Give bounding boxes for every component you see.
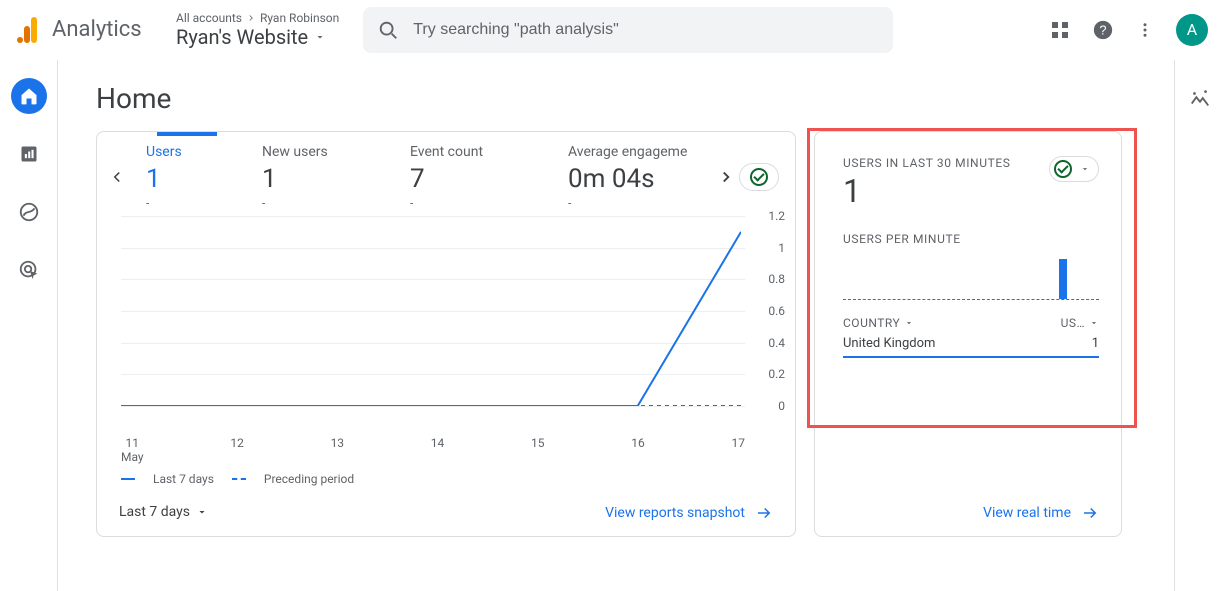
metric-value: 7 — [410, 164, 536, 194]
caret-down-icon — [1080, 164, 1090, 174]
metric-label: New users — [262, 144, 378, 160]
metric-label: Users — [146, 144, 230, 160]
nav-advertising[interactable] — [11, 252, 47, 288]
minute-bar — [1059, 259, 1067, 299]
product-name: Analytics — [52, 17, 142, 42]
metric-new-users[interactable]: New users 1 - — [246, 144, 394, 210]
legend-swatch-solid — [121, 478, 135, 480]
help-icon[interactable]: ? — [1092, 19, 1114, 41]
realtime-title: USERS IN LAST 30 MINUTES — [843, 156, 1011, 170]
overview-card: Users 1 - New users 1 - Event count 7 — [96, 131, 796, 537]
caret-down-icon — [1089, 318, 1099, 328]
realtime-quality-chip[interactable] — [1049, 156, 1099, 182]
search-bar[interactable] — [363, 7, 893, 53]
page-title: Home — [96, 82, 1184, 115]
metric-sub: - — [262, 196, 378, 210]
users-column-header[interactable]: US… — [1061, 316, 1099, 330]
nav-explore[interactable] — [11, 194, 47, 230]
view-reports-snapshot-link[interactable]: View reports snapshot — [605, 504, 773, 522]
users-cell: 1 — [1092, 336, 1099, 351]
metric-value: 1 — [146, 164, 230, 194]
view-realtime-link[interactable]: View real time — [983, 504, 1099, 522]
chevron-right-icon — [717, 168, 735, 186]
avatar[interactable]: A — [1176, 14, 1208, 46]
metrics-prev-button[interactable] — [103, 168, 130, 186]
x-tick-label: 14 — [431, 436, 445, 450]
line-chart: 00.20.40.60.811.211May121314151617 — [121, 216, 785, 436]
metric-users[interactable]: Users 1 - — [130, 144, 246, 210]
chevron-left-icon — [108, 168, 126, 186]
search-icon — [377, 19, 399, 41]
active-metric-indicator — [157, 132, 217, 136]
caret-down-icon — [904, 318, 914, 328]
y-tick-label: 1 — [778, 241, 785, 255]
svg-text:?: ? — [1099, 22, 1106, 37]
check-circle-icon — [750, 168, 768, 186]
y-tick-label: 0 — [778, 399, 785, 413]
home-icon — [19, 86, 39, 106]
insights-icon[interactable] — [1189, 88, 1211, 591]
metric-value: 0m 04s — [568, 164, 696, 194]
metric-label: Event count — [410, 144, 536, 160]
y-tick-label: 0.2 — [768, 367, 785, 381]
more-vert-icon[interactable] — [1136, 21, 1154, 39]
metrics-next-button[interactable] — [712, 168, 739, 186]
check-circle-icon — [1054, 160, 1072, 178]
country-column-header[interactable]: COUNTRY — [843, 316, 914, 330]
data-quality-chip[interactable] — [739, 163, 779, 191]
target-click-icon — [18, 259, 40, 281]
users-per-minute-label: USERS PER MINUTE — [843, 232, 1099, 246]
metric-sub: - — [410, 196, 536, 210]
arrow-right-icon — [755, 504, 773, 522]
table-row: United Kingdom 1 — [843, 330, 1099, 358]
x-tick-label: 11 — [126, 436, 140, 450]
explore-icon — [18, 201, 40, 223]
legend-preceding: Preceding period — [264, 472, 354, 486]
account-selector[interactable]: All accounts Ryan Robinson Ryan's Websit… — [176, 11, 339, 49]
users-per-minute-chart — [843, 254, 1099, 300]
caret-down-icon — [196, 506, 208, 518]
metric-value: 1 — [262, 164, 378, 194]
x-tick-label: 12 — [230, 436, 244, 450]
metric-event-count[interactable]: Event count 7 - — [394, 144, 552, 210]
x-tick-label: 17 — [732, 436, 746, 450]
legend-swatch-dashed — [232, 478, 246, 480]
metric-sub: - — [568, 196, 696, 210]
y-tick-label: 0.4 — [768, 336, 785, 350]
x-tick-label: 15 — [531, 436, 545, 450]
analytics-logo-icon — [16, 16, 40, 44]
row-bar — [843, 356, 1099, 358]
realtime-value: 1 — [843, 172, 1011, 210]
country-cell: United Kingdom — [843, 336, 935, 351]
property-name: Ryan's Website — [176, 25, 308, 49]
caret-down-icon — [314, 31, 326, 43]
nav-home[interactable] — [11, 78, 47, 114]
x-tick-label: 13 — [331, 436, 345, 450]
apps-icon[interactable] — [1050, 20, 1070, 40]
x-month-label: May — [121, 450, 144, 464]
chevron-right-icon — [246, 13, 256, 23]
arrow-right-icon — [1081, 504, 1099, 522]
breadcrumb-account: Ryan Robinson — [260, 11, 339, 25]
metric-avg-engagement[interactable]: Average engageme 0m 04s - — [552, 144, 712, 210]
y-tick-label: 0.6 — [768, 304, 785, 318]
y-tick-label: 1.2 — [768, 209, 785, 223]
search-input[interactable] — [413, 21, 879, 39]
legend-last7: Last 7 days — [153, 472, 214, 486]
x-tick-label: 16 — [631, 436, 645, 450]
y-tick-label: 0.8 — [768, 272, 785, 286]
metric-sub: - — [146, 196, 230, 210]
bar-chart-icon — [19, 144, 39, 164]
metric-label: Average engageme — [568, 144, 696, 160]
realtime-card: USERS IN LAST 30 MINUTES 1 USERS PER MIN… — [814, 131, 1122, 537]
nav-reports[interactable] — [11, 136, 47, 172]
breadcrumb-all-accounts: All accounts — [176, 11, 242, 25]
